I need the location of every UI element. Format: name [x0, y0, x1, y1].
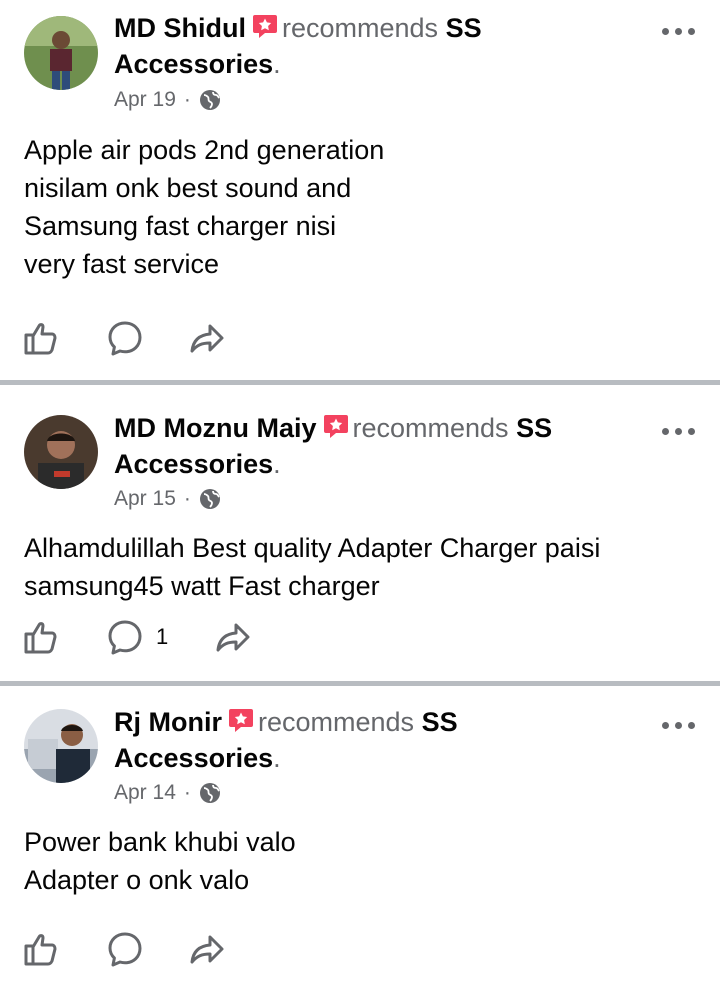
more-options-icon[interactable]	[662, 24, 698, 38]
comment-button[interactable]	[106, 318, 144, 358]
like-icon	[24, 934, 57, 966]
like-button[interactable]	[22, 318, 60, 358]
share-icon	[190, 324, 224, 353]
like-icon	[24, 622, 57, 654]
recommends-text: recommends	[258, 707, 415, 737]
recommend-badge-icon	[228, 706, 254, 732]
review-text: Power bank khubi valo Adapter o onk valo	[24, 827, 296, 895]
share-button[interactable]	[188, 318, 226, 358]
author-name[interactable]: MD Moznu Maiy	[114, 413, 317, 443]
recommend-badge-icon	[323, 412, 349, 438]
recommend-badge-icon	[252, 12, 278, 38]
review-post: Rj Monir recommends SS Accessories. Apr 14…	[0, 686, 720, 994]
avatar[interactable]	[24, 16, 98, 90]
comment-icon	[108, 620, 142, 655]
more-options-icon[interactable]	[662, 718, 698, 732]
post-meta: Apr 19 ·	[114, 88, 221, 112]
recommends-text: recommends	[352, 413, 509, 443]
avatar[interactable]	[24, 709, 98, 783]
meta-dot: ·	[183, 487, 191, 510]
share-icon	[216, 623, 250, 652]
review-post: MD Moznu Maiy recommends SS Accessories. A…	[0, 385, 720, 681]
review-text: Alhamdulillah Best quality Adapter Charg…	[24, 533, 601, 601]
comment-count[interactable]: 1	[156, 624, 168, 650]
post-date[interactable]: Apr 15	[114, 487, 176, 511]
comment-button[interactable]	[106, 929, 144, 969]
post-date[interactable]: Apr 14	[114, 781, 176, 805]
action-bar	[22, 318, 226, 358]
globe-icon	[199, 89, 221, 111]
recommends-text: recommends	[281, 13, 439, 43]
meta-dot: ·	[183, 88, 191, 111]
post-date[interactable]: Apr 19	[114, 88, 176, 112]
like-button[interactable]	[22, 617, 60, 657]
like-icon	[24, 323, 57, 355]
globe-icon	[199, 782, 221, 804]
author-name[interactable]: Rj Monir	[114, 707, 222, 737]
author-name[interactable]: MD Shidul	[114, 13, 246, 43]
comment-icon	[108, 321, 142, 356]
review-text: Apple air pods 2nd generation nisilam on…	[24, 135, 385, 279]
share-button[interactable]	[214, 617, 252, 657]
more-options-icon[interactable]	[662, 424, 698, 438]
post-meta: Apr 14 ·	[114, 781, 221, 805]
comment-button[interactable]: 1	[106, 617, 168, 657]
review-post: MD Shidul recommends SS Accessories. Apr 1…	[0, 0, 720, 380]
comment-icon	[108, 932, 142, 967]
action-bar: 1	[22, 617, 252, 657]
post-header: Rj Monir recommends SS Accessories.	[114, 706, 458, 773]
share-icon	[190, 935, 224, 964]
meta-dot: ·	[183, 781, 191, 804]
like-button[interactable]	[22, 929, 60, 969]
action-bar	[22, 929, 226, 969]
post-header: MD Moznu Maiy recommends SS Accessories.	[114, 412, 553, 479]
avatar[interactable]	[24, 415, 98, 489]
share-button[interactable]	[188, 929, 226, 969]
post-header: MD Shidul recommends SS Accessories.	[114, 12, 482, 79]
globe-icon	[199, 488, 221, 510]
post-meta: Apr 15 ·	[114, 487, 221, 511]
